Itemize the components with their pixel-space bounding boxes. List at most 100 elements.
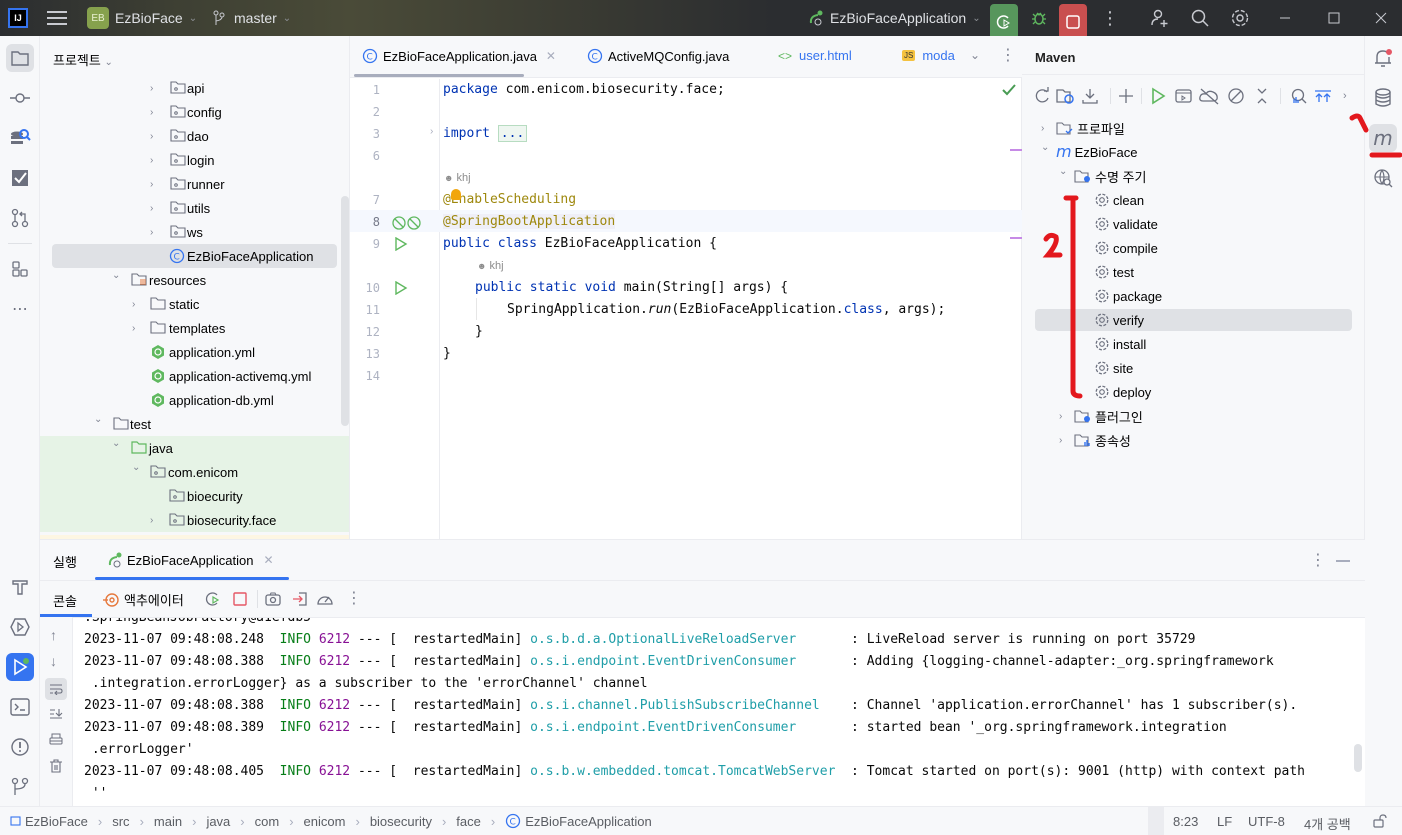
tree-item-application-db-yml[interactable]: application-db.yml <box>40 388 340 412</box>
structure-tool-button[interactable] <box>6 255 34 283</box>
chevron-down-icon[interactable]: ⌄ <box>112 270 120 281</box>
debug-button[interactable] <box>1030 0 1048 36</box>
line-number[interactable]: 13 <box>350 347 380 361</box>
project-scrollbar[interactable] <box>341 196 349 426</box>
file-encoding[interactable]: UTF-8 <box>1248 814 1285 829</box>
performance-gauge-icon[interactable] <box>316 591 334 607</box>
tab-activemq-config[interactable]: C ActiveMQConfig.java <box>587 48 729 64</box>
hide-panel-button[interactable] <box>1336 560 1350 562</box>
intellij-logo-icon[interactable]: IJ <box>8 8 28 28</box>
author-hint[interactable]: ☻ khj <box>444 172 471 184</box>
scroll-down-button[interactable]: ↓ <box>50 653 57 669</box>
console-more-button[interactable]: ⋮ <box>346 588 362 608</box>
line-number[interactable]: 10 <box>350 281 380 295</box>
tabs-dropdown-button[interactable]: ⌄ <box>970 48 980 62</box>
author-hint[interactable]: ☻ khj <box>477 260 504 272</box>
soft-wrap-button[interactable] <box>45 678 67 700</box>
chevron-down-icon[interactable]: ⌄ <box>112 438 120 449</box>
more-tools-button[interactable]: ⋯ <box>6 295 34 323</box>
scroll-to-end-icon[interactable] <box>49 707 63 721</box>
tree-item-templates[interactable]: › templates <box>40 316 340 340</box>
add-user-button[interactable] <box>1150 0 1170 36</box>
scroll-up-button[interactable]: ↑ <box>50 627 57 643</box>
tree-item-bioecurity[interactable]: bioecurity <box>40 484 349 508</box>
chevron-right-icon[interactable]: › <box>150 131 153 142</box>
line-number[interactable]: 11 <box>350 303 380 317</box>
no-problems-check-icon[interactable] <box>1002 84 1016 96</box>
skip-tests-icon[interactable] <box>1224 87 1250 105</box>
code-line-7[interactable]: @EnableScheduling <box>443 192 576 207</box>
close-tab-icon[interactable]: ✕ <box>546 49 556 63</box>
console-output[interactable]: .SpringBeanJobFactory@a1efdb5 2023-11-07… <box>73 617 1365 807</box>
line-number[interactable]: 8 <box>350 215 380 229</box>
tree-item-ws[interactable]: › ws <box>40 220 340 244</box>
maven-project-ezbioface[interactable]: ⌄ m EzBioFace <box>1041 140 1137 164</box>
database-search-tool-button[interactable] <box>6 124 34 152</box>
maven-profiles[interactable]: › 프로파일 <box>1041 116 1125 140</box>
code-line-8[interactable]: @SpringBootApplication <box>443 214 616 229</box>
tab-modal-js[interactable]: JS moda <box>902 48 955 63</box>
change-marker[interactable] <box>1010 149 1022 151</box>
notifications-button[interactable] <box>1369 44 1397 72</box>
subtab-actuator[interactable]: 액추에이터 <box>103 590 184 609</box>
chevron-right-icon[interactable]: › <box>1059 411 1062 422</box>
tab-run-app[interactable]: EzBioFaceApplication ✕ <box>107 552 274 568</box>
git-tool-button[interactable] <box>6 773 34 801</box>
breadcrumb-item[interactable]: java <box>206 814 230 829</box>
breadcrumb-item[interactable]: face <box>456 814 481 829</box>
chevron-right-icon[interactable]: › <box>150 227 153 238</box>
maven-phase-deploy[interactable]: deploy <box>1094 380 1151 404</box>
tree-item-application-yml[interactable]: application.yml <box>40 340 340 364</box>
line-number[interactable]: 14 <box>350 369 380 383</box>
run-class-gutter-icon[interactable] <box>394 237 408 251</box>
tree-item-resources[interactable]: ⌄ resources <box>40 268 340 292</box>
chevron-down-icon[interactable]: ⌄ <box>1059 166 1067 177</box>
line-number[interactable]: 3 <box>350 127 380 141</box>
services-tool-button[interactable] <box>6 613 34 641</box>
maximize-button[interactable] <box>1328 0 1340 36</box>
maven-phase-validate[interactable]: validate <box>1094 212 1158 236</box>
tab-ezbioface-application[interactable]: C EzBioFaceApplication.java ✕ <box>362 48 556 64</box>
tree-item-config[interactable]: › config <box>40 100 340 124</box>
run-icon[interactable] <box>1146 87 1172 105</box>
chevron-right-icon[interactable]: › <box>1059 435 1062 446</box>
offline-mode-icon[interactable] <box>1198 87 1224 105</box>
tree-item-api[interactable]: › api <box>40 76 340 100</box>
more-actions-button[interactable]: ⋮ <box>1101 0 1119 36</box>
search-button[interactable] <box>1190 0 1210 36</box>
chevron-right-icon[interactable]: › <box>150 107 153 118</box>
subtab-console[interactable]: 콘솔 <box>53 591 77 610</box>
tabs-more-button[interactable]: ⋮ <box>1000 45 1016 65</box>
maven-plugins[interactable]: › 플러그인 <box>1059 404 1143 428</box>
maven-phase-site[interactable]: site <box>1094 356 1133 380</box>
maven-phase-verify[interactable]: verify <box>1094 308 1144 332</box>
print-icon[interactable] <box>49 733 63 747</box>
breadcrumb-item[interactable]: main <box>154 814 182 829</box>
main-menu-button[interactable] <box>47 0 67 36</box>
maven-phase-compile[interactable]: compile <box>1094 236 1158 260</box>
line-number[interactable]: 7 <box>350 193 380 207</box>
tree-item-application-activemq-yml[interactable]: application-activemq.yml <box>40 364 340 388</box>
chevron-right-icon[interactable]: › <box>150 203 153 214</box>
rerun-button[interactable] <box>990 4 1018 40</box>
fold-arrow-icon[interactable]: › <box>430 126 433 137</box>
download-icon[interactable] <box>1080 87 1106 105</box>
code-line-9[interactable]: public class EzBioFaceApplication { <box>443 236 717 251</box>
code-line-13[interactable]: } <box>443 346 451 361</box>
tree-item-java[interactable]: ⌄ java <box>40 436 349 460</box>
run-panel-more-button[interactable]: ⋮ <box>1310 550 1326 570</box>
close-tab-icon[interactable]: ✕ <box>263 553 273 567</box>
maven-phase-package[interactable]: package <box>1094 284 1162 308</box>
tab-run[interactable]: 실행 <box>53 552 77 571</box>
chevron-right-icon[interactable]: › <box>1041 123 1044 134</box>
chevron-right-icon[interactable]: › <box>1343 90 1347 102</box>
code-line-11[interactable]: SpringApplication.run(EzBioFaceApplicati… <box>507 302 945 317</box>
chevron-right-icon[interactable]: › <box>150 83 153 94</box>
reload-generate-icon[interactable] <box>1054 87 1080 105</box>
close-window-button[interactable] <box>1375 0 1387 36</box>
line-number[interactable]: 1 <box>350 83 380 97</box>
login-icon[interactable] <box>291 591 309 607</box>
tree-item-utils[interactable]: › utils <box>40 196 340 220</box>
chevron-down-icon[interactable]: ⌄ <box>94 414 102 425</box>
line-number[interactable]: 2 <box>350 105 380 119</box>
